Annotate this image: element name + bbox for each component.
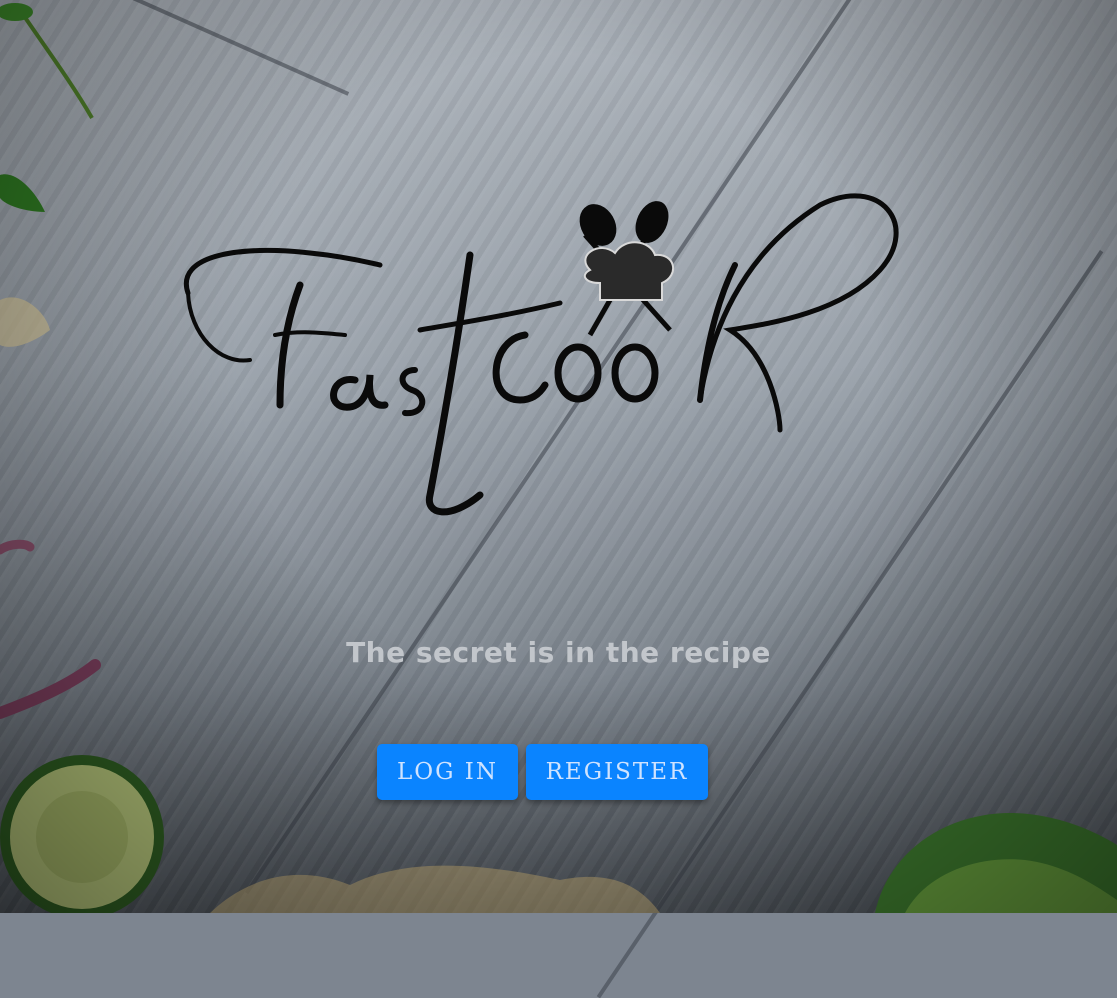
login-button[interactable]: LOG IN bbox=[377, 744, 518, 800]
auth-actions: LOG IN REGISTER bbox=[377, 744, 708, 800]
tagline: The secret is in the recipe bbox=[346, 636, 771, 669]
fastcook-logo bbox=[183, 193, 899, 516]
register-button[interactable]: REGISTER bbox=[526, 744, 708, 800]
crossed-spoons-chef-hat-icon bbox=[579, 201, 674, 337]
